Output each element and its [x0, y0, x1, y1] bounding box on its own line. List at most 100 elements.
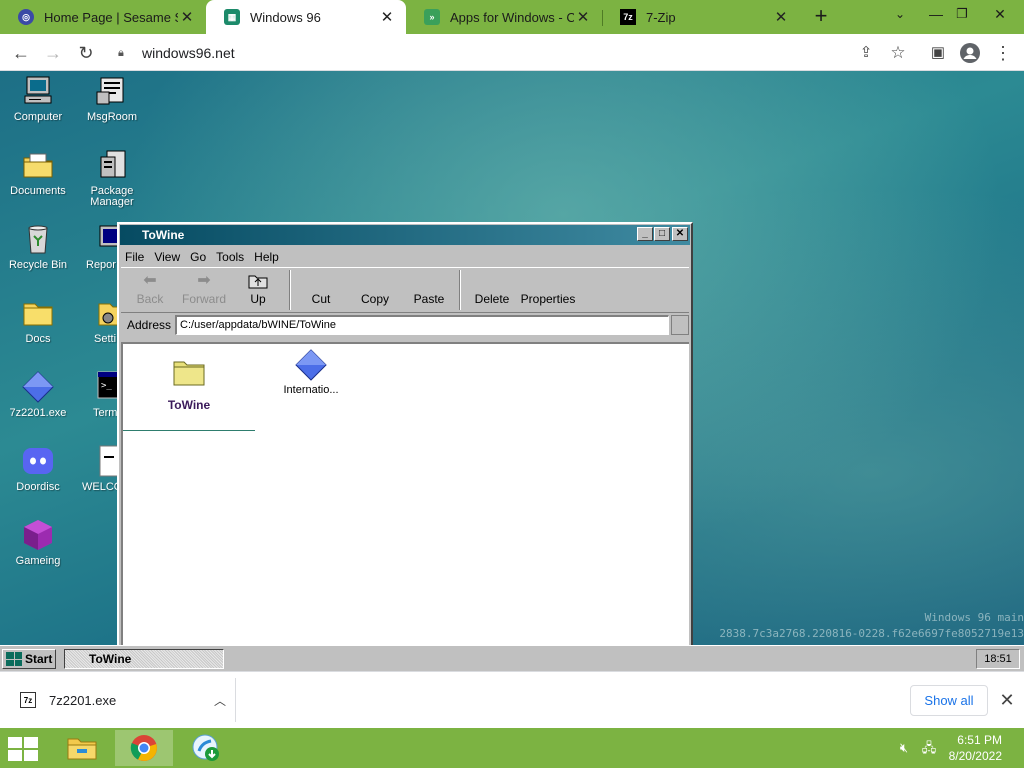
address-label: Address	[127, 318, 172, 332]
tab-title: 7-Zip	[646, 9, 676, 25]
back-arrow-icon[interactable]: ←	[8, 40, 34, 66]
file-item-towine-folder[interactable]: ToWine	[123, 358, 255, 431]
taskbar-item-towine[interactable]: ToWine	[64, 649, 224, 669]
windows96-icon: ▦	[224, 9, 240, 25]
reload-icon[interactable]: ↻	[73, 40, 99, 66]
tab-title: Apps for Windows - CNE	[450, 9, 574, 25]
up-button[interactable]: Up	[233, 270, 283, 306]
paste-button[interactable]: Paste	[404, 270, 454, 306]
download-item[interactable]: 7z 7z2201.exe ︿	[0, 678, 236, 722]
win96-taskbar: Start ToWine 18:51	[0, 645, 1024, 671]
address-input[interactable]: C:/user/appdata/bWINE/ToWine	[175, 315, 670, 335]
cut-button[interactable]: Cut	[296, 270, 346, 306]
win96-logo-icon	[6, 652, 22, 666]
properties-button[interactable]: Properties	[517, 270, 579, 306]
back-arrow-icon: ⬅	[143, 272, 157, 289]
desktop-icon-documents[interactable]: Documents	[0, 148, 76, 197]
windows-start-icon[interactable]	[8, 737, 38, 761]
settings-icon	[96, 296, 117, 330]
close-icon[interactable]: ✕	[178, 8, 196, 26]
chrome-app[interactable]	[115, 730, 173, 766]
desktop-icon-recycle-bin[interactable]: Recycle Bin	[0, 222, 76, 271]
desktop-icon-welcome[interactable]: WELCO	[74, 444, 117, 493]
new-tab-button[interactable]: +	[808, 5, 834, 29]
installer-app[interactable]	[177, 730, 235, 766]
recycle-bin-icon	[21, 222, 55, 256]
file-explorer-app[interactable]	[53, 730, 111, 766]
package-manager-icon	[95, 148, 129, 182]
close-icon[interactable]: ✕	[772, 8, 790, 26]
close-download-bar-icon[interactable]: ✕	[996, 687, 1018, 713]
show-all-button[interactable]: Show all	[910, 685, 988, 716]
game-cube-icon	[21, 518, 55, 552]
file-item-internatio[interactable]: Internatio...	[271, 348, 351, 396]
host-clock[interactable]: 6:51 PM 8/20/2022	[949, 732, 1002, 764]
copy-button[interactable]: Copy	[350, 270, 400, 306]
desktop-icon-doordisc[interactable]: Doordisc	[0, 444, 76, 493]
tab-sesame-street[interactable]: ◎ Home Page | Sesame Str ✕	[0, 0, 206, 34]
side-panel-icon[interactable]: ▣	[925, 40, 951, 66]
menu-bar: File View Go Tools Help	[119, 246, 691, 267]
desktop-icon-7z2201-exe[interactable]: 7z2201.exe	[0, 370, 76, 419]
tab-title: Windows 96	[250, 9, 321, 25]
address-bar[interactable]: 🔒︎ windows96.net	[110, 39, 880, 67]
browser-tab-strip: ◎ Home Page | Sesame Str ✕ ▦ Windows 96 …	[0, 0, 1024, 34]
forward-arrow-icon[interactable]: →	[40, 40, 66, 66]
desktop-icon-gameing[interactable]: Gameing	[0, 518, 76, 567]
diamond-exe-icon	[294, 348, 328, 382]
share-icon[interactable]: ⇪	[853, 40, 879, 66]
chevron-up-icon[interactable]: ︿	[205, 692, 235, 709]
host-date: 8/20/2022	[948, 749, 1002, 763]
copy-label: Copy	[360, 292, 389, 306]
desktop-icon-label: Computer	[13, 111, 63, 123]
tab-windows96[interactable]: ▦ Windows 96 ✕	[206, 0, 406, 34]
tab-cnet[interactable]: » Apps for Windows - CNE ✕	[406, 0, 602, 34]
paste-icon	[404, 270, 454, 292]
desktop-icon-computer[interactable]: Computer	[0, 74, 76, 123]
installer-download-icon	[192, 734, 219, 761]
delete-button[interactable]: Delete	[467, 270, 517, 306]
profile-avatar-icon[interactable]	[957, 40, 983, 66]
close-icon[interactable]: ✕	[574, 8, 592, 26]
computer-icon	[21, 74, 55, 108]
desktop-icon-settings[interactable]: Setti	[74, 296, 117, 345]
network-icon[interactable]: 🖧	[921, 740, 937, 756]
toolbar-separator	[289, 270, 291, 310]
menu-file[interactable]: File	[125, 250, 144, 264]
menu-tools[interactable]: Tools	[216, 250, 244, 264]
address-go-button[interactable]	[671, 315, 690, 335]
bookmark-star-icon[interactable]: ☆	[885, 40, 911, 66]
start-button[interactable]: Start	[2, 649, 56, 669]
restore-icon[interactable]: ❐	[946, 0, 978, 30]
docs-folder-icon	[21, 296, 55, 330]
desktop-icon-report[interactable]: Repor	[74, 222, 117, 271]
close-icon[interactable]: ✕	[672, 227, 688, 241]
7zip-file-icon: 7z	[20, 692, 36, 708]
window-title: ToWine	[142, 228, 185, 242]
menu-view[interactable]: View	[154, 250, 180, 264]
desktop-icon-msgroom[interactable]: MsgRoom	[74, 74, 150, 123]
forward-button[interactable]: ➡ Forward	[179, 270, 229, 306]
menu-go[interactable]: Go	[190, 250, 206, 264]
desktop-icon-docs[interactable]: Docs	[0, 296, 76, 345]
desktop-icon-package-manager[interactable]: Package Manager	[74, 148, 150, 208]
speaker-muted-icon[interactable]: 🔇︎	[896, 740, 912, 756]
desktop-icon-label: 7z2201.exe	[9, 407, 67, 419]
desktop-icon-label: MsgRoom	[86, 111, 138, 123]
maximize-icon[interactable]: □	[654, 227, 670, 241]
close-window-icon[interactable]: ✕	[984, 0, 1016, 30]
menu-help[interactable]: Help	[254, 250, 279, 264]
minimize-icon[interactable]: _	[637, 227, 653, 241]
build-watermark-line1: Windows 96 main	[924, 611, 1024, 624]
cut-icon	[296, 270, 346, 292]
close-icon[interactable]: ✕	[378, 8, 396, 26]
tab-7zip[interactable]: 7z 7-Zip ✕	[602, 0, 800, 34]
window-titlebar[interactable]: ToWine _ □ ✕	[120, 225, 690, 245]
desktop-icon-terminal[interactable]: >_ Term	[74, 370, 117, 419]
kebab-menu-icon[interactable]: ⋮	[990, 40, 1016, 66]
tab-search-icon[interactable]: ⌄	[884, 0, 916, 30]
report-icon	[96, 222, 117, 256]
lock-icon: 🔒︎	[118, 46, 124, 59]
tab-title: Home Page | Sesame Str	[44, 9, 178, 25]
back-button[interactable]: ⬅ Back	[125, 270, 175, 306]
